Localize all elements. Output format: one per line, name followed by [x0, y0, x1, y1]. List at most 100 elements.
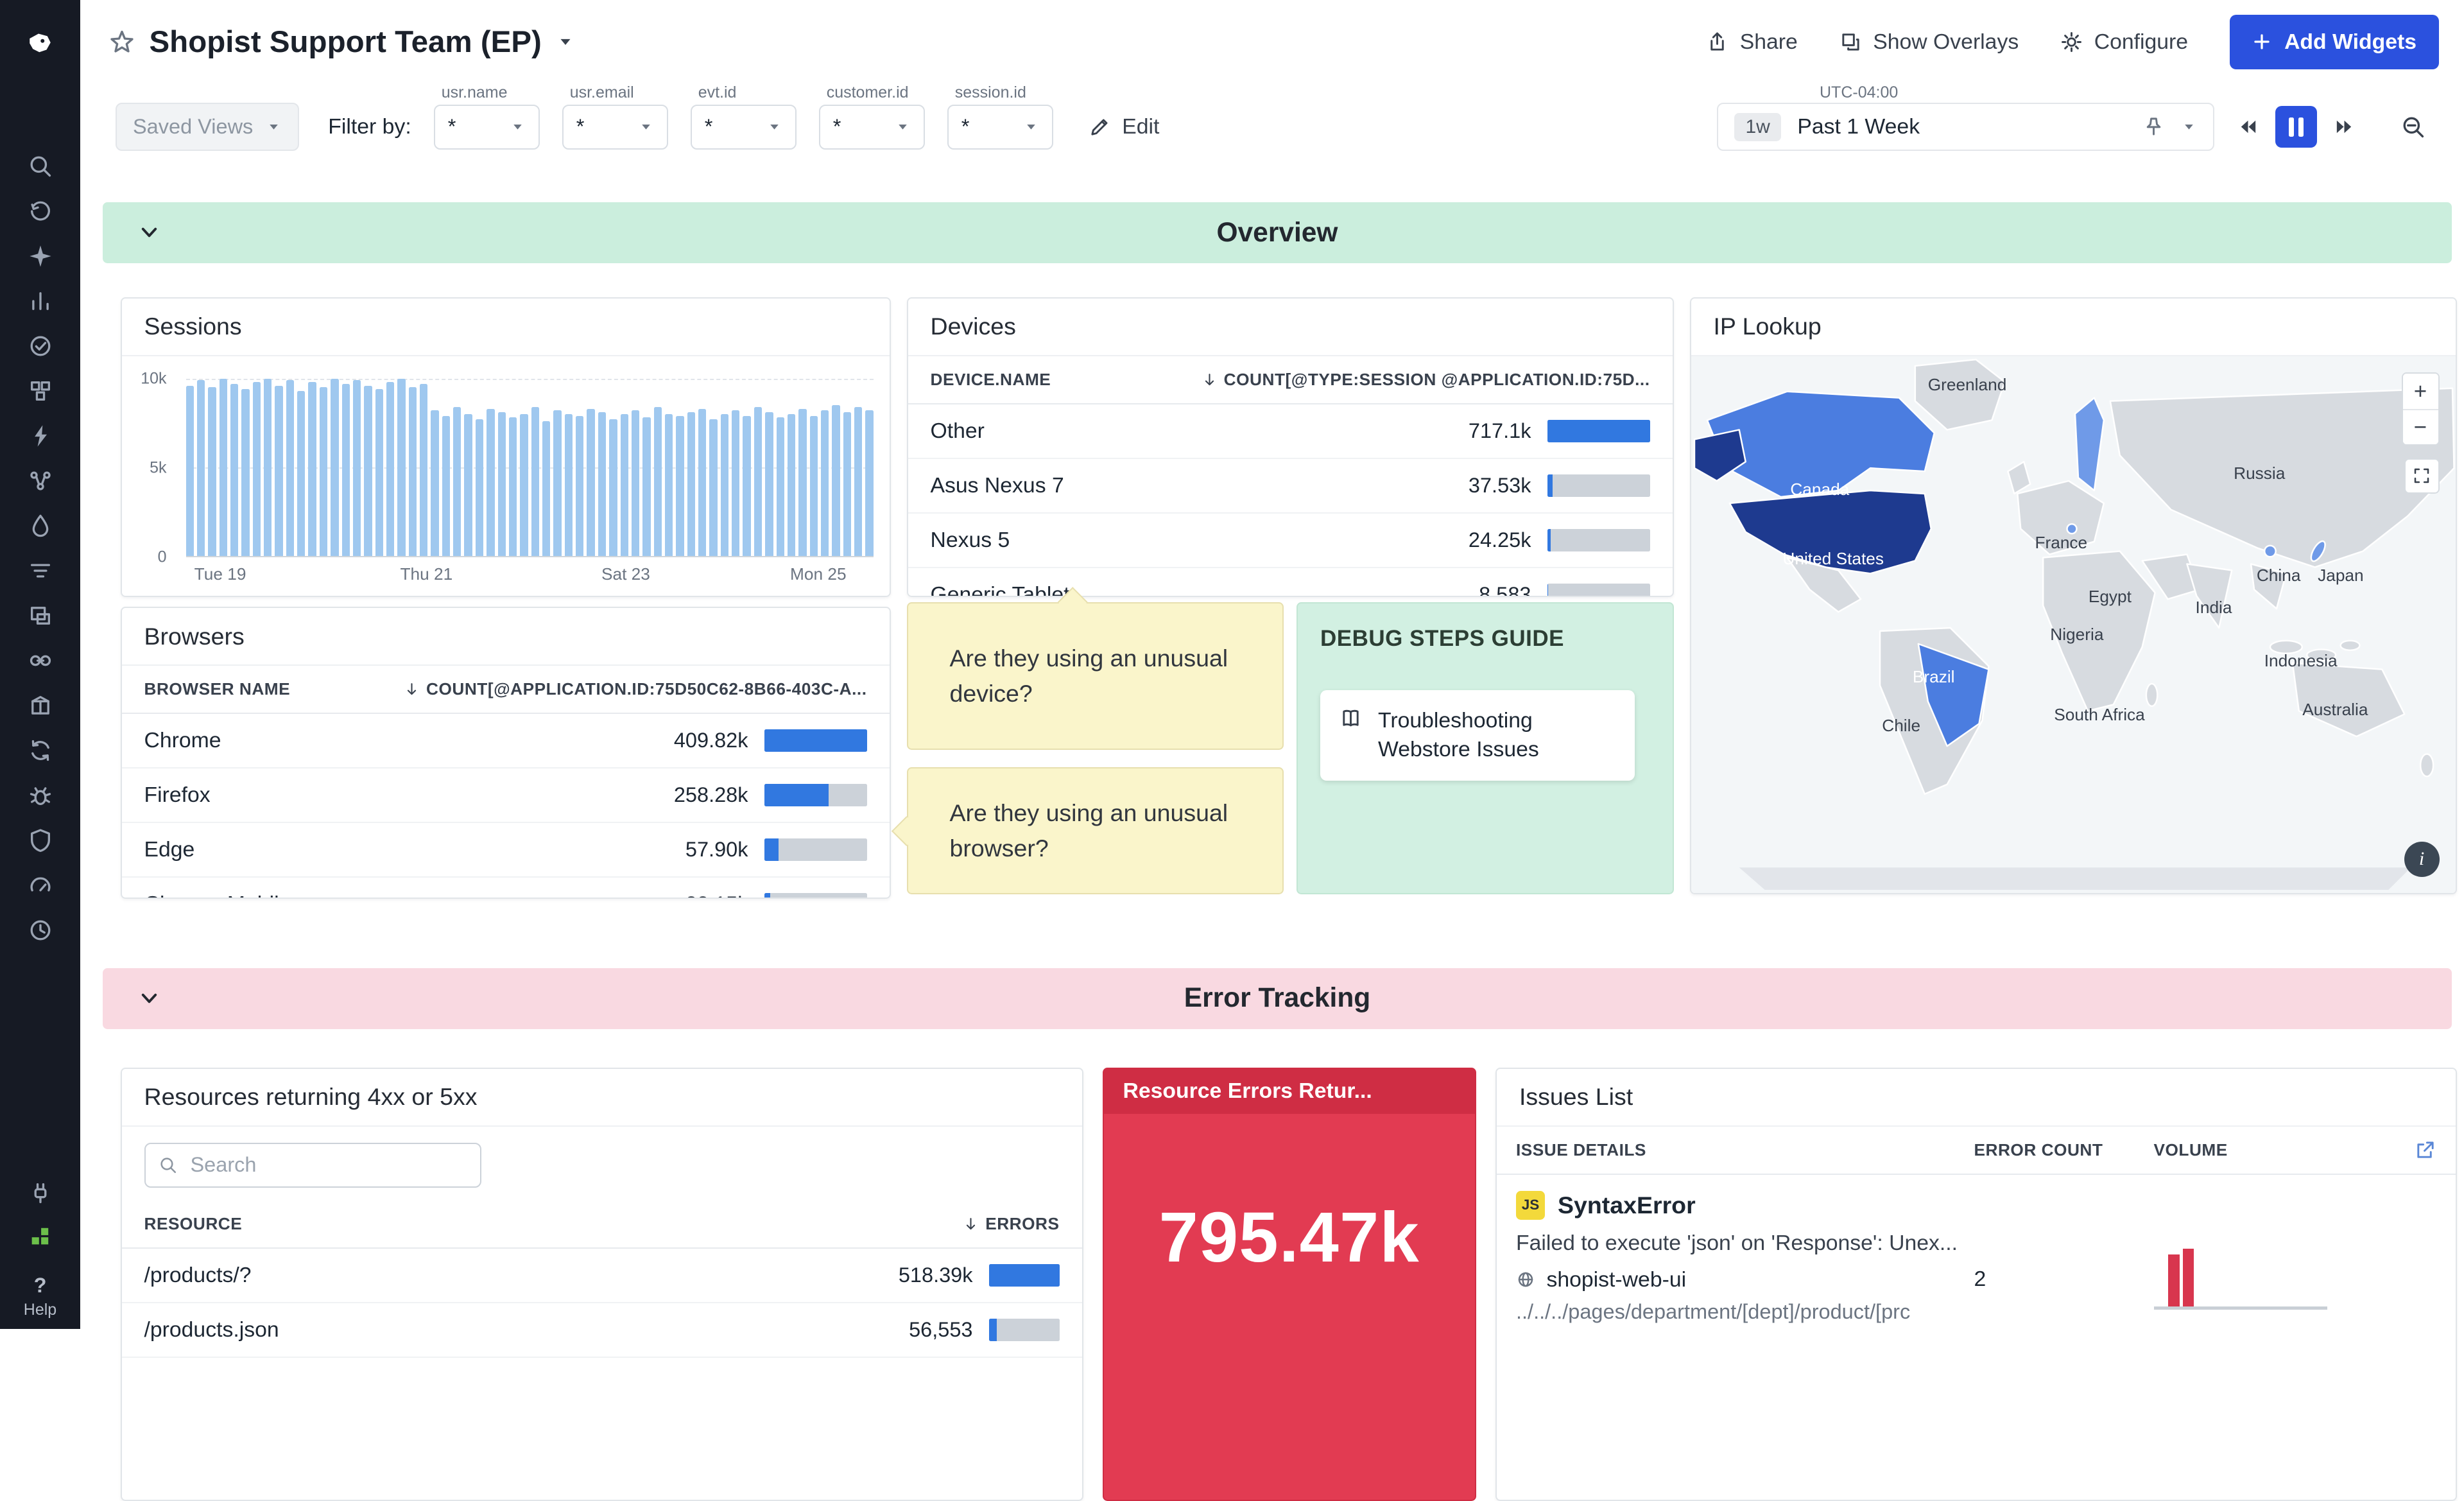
template-variable-customer.id[interactable]: customer.id* [819, 105, 925, 150]
row-bar [1547, 529, 1650, 551]
world-map[interactable]: GreenlandRussiaCanadaUnited StatesFrance… [1691, 356, 2456, 893]
template-variable-session.id[interactable]: session.id* [947, 105, 1053, 150]
sidebar-help[interactable]: ? Help [24, 1274, 56, 1319]
section-collapse-icon[interactable] [138, 221, 160, 244]
row-value: 24.25k [1469, 528, 1531, 552]
sessions-chart[interactable]: 10k5k0 Tue 19Thu 21Sat 23Mon 25 [122, 356, 890, 596]
nav-packages[interactable] [13, 684, 67, 727]
row-value: 409.82k [674, 729, 748, 752]
nav-metrics[interactable] [13, 279, 67, 323]
toplist-row[interactable]: /products/?518.39k [122, 1249, 1082, 1303]
datadog-logo-icon[interactable] [13, 16, 67, 71]
column-header-errors[interactable]: ERRORS [963, 1214, 1059, 1234]
nav-logs[interactable] [13, 504, 67, 548]
map-fit-button[interactable] [2404, 458, 2440, 494]
nav-bits-ai[interactable] [13, 234, 67, 278]
nav-apps[interactable] [13, 1215, 67, 1258]
time-forward-button[interactable] [2323, 106, 2365, 148]
nav-profiling[interactable] [13, 863, 67, 907]
chevron-down-icon [895, 119, 911, 135]
column-header-count[interactable]: COUNT[@APPLICATION.ID:75D50C62-8B66-403C… [404, 679, 867, 699]
nav-service-map[interactable] [13, 459, 67, 503]
toplist-row[interactable]: Generic Tablet8,583 [908, 568, 1673, 598]
map-scandinavia [2074, 397, 2103, 490]
template-variable-usr.name[interactable]: usr.name* [434, 105, 540, 150]
edit-button[interactable]: Edit [1089, 114, 1160, 139]
issue-row[interactable]: JS SyntaxError Failed to execute 'json' … [1497, 1175, 2456, 1384]
favorite-star-icon[interactable] [109, 29, 135, 55]
widget-resource-errors-total: Resource Errors Retur... 795.47k [1103, 1068, 1477, 1501]
map-china-dot [2264, 545, 2275, 556]
column-header-issue-details[interactable]: ISSUE DETAILS [1516, 1140, 1974, 1160]
session-bar [375, 389, 383, 556]
session-bar [598, 412, 606, 556]
pin-icon[interactable] [2142, 116, 2165, 138]
nav-synthetics[interactable] [13, 639, 67, 682]
column-header-count[interactable]: COUNT[@TYPE:SESSION @APPLICATION.ID:75D.… [1202, 370, 1650, 390]
widget-title: Browsers [122, 608, 890, 666]
session-bar [810, 416, 818, 556]
row-name: Other [931, 419, 985, 444]
map-label-nigeria: Nigeria [2050, 625, 2103, 645]
column-header-device-name[interactable]: DEVICE.NAME [931, 370, 1051, 390]
map-zoom-in-button[interactable]: + [2403, 374, 2438, 409]
toplist-row[interactable]: Nexus 524.25k [908, 514, 1673, 568]
row-bar [1547, 584, 1650, 598]
saved-views-dropdown[interactable]: Saved Views [116, 103, 299, 151]
nav-rum[interactable] [13, 594, 67, 638]
nav-history[interactable] [13, 189, 67, 233]
external-link-icon[interactable] [2414, 1139, 2436, 1161]
template-variable-usr.email[interactable]: usr.email* [562, 105, 668, 150]
timezone-label: UTC-04:00 [1820, 83, 1898, 102]
column-header-volume[interactable]: VOLUME [2154, 1140, 2395, 1160]
nav-monitors[interactable] [13, 324, 67, 368]
title-chevron-down-icon[interactable] [556, 32, 575, 51]
nav-plug[interactable] [13, 1171, 67, 1215]
overview-section-band[interactable]: Overview [103, 202, 2452, 263]
add-widgets-button[interactable]: Add Widgets [2230, 15, 2439, 69]
column-header-resource[interactable]: RESOURCE [144, 1214, 243, 1234]
toplist-row[interactable]: Edge57.90k [122, 823, 890, 878]
toplist-row[interactable]: Chrome Mobile23.15k [122, 878, 890, 899]
time-pause-button[interactable] [2275, 106, 2317, 148]
show-overlays-button[interactable]: Show Overlays [1839, 30, 2019, 55]
section-collapse-icon[interactable] [138, 987, 160, 1010]
zoom-out-button[interactable] [2391, 112, 2436, 141]
session-bar [353, 380, 361, 556]
issue-type[interactable]: SyntaxError [1558, 1192, 1696, 1219]
configure-button[interactable]: Configure [2060, 30, 2188, 55]
session-bar [732, 410, 739, 556]
template-variable-evt.id[interactable]: evt.id* [691, 105, 797, 150]
time-range-label: Past 1 Week [1797, 114, 2126, 139]
nav-security[interactable] [13, 819, 67, 862]
toplist-row[interactable]: /products.json56,553 [122, 1303, 1082, 1358]
filter-by-label: Filter by: [328, 114, 411, 139]
column-header-browser-name[interactable]: BROWSER NAME [144, 679, 291, 699]
nav-infrastructure[interactable] [13, 369, 67, 413]
widget-resources-errors: Resources returning 4xx or 5xx RESOURCE … [121, 1068, 1083, 1501]
nav-apm[interactable] [13, 414, 67, 458]
toplist-row[interactable]: Other717.1k [908, 404, 1673, 459]
debug-guide-link[interactable]: Troubleshooting Webstore Issues [1320, 690, 1635, 781]
toplist-row[interactable]: Chrome409.82k [122, 714, 890, 768]
map-info-button[interactable]: i [2404, 842, 2440, 877]
nav-ci-cd[interactable] [13, 729, 67, 772]
toplist-row[interactable]: Asus Nexus 737.53k [908, 459, 1673, 514]
widget-debug-steps-guide: DEBUG STEPS GUIDE Troubleshooting Websto… [1297, 602, 1674, 894]
map-zoom-out-button[interactable]: − [2403, 409, 2438, 444]
toplist-row[interactable]: Firefox258.28k [122, 768, 890, 823]
column-header-error-count[interactable]: ERROR COUNT [1974, 1140, 2154, 1160]
row-bar [989, 1264, 1060, 1287]
error-tracking-section-band[interactable]: Error Tracking [103, 968, 2452, 1029]
nav-search[interactable] [13, 144, 67, 188]
nav-scheduler[interactable] [13, 908, 67, 952]
search-input[interactable] [187, 1152, 467, 1179]
time-range-picker[interactable]: 1w Past 1 Week [1717, 103, 2214, 151]
time-backward-button[interactable] [2227, 106, 2269, 148]
share-button[interactable]: Share [1706, 30, 1798, 55]
nav-pipelines[interactable] [13, 549, 67, 593]
sort-desc-icon [963, 1216, 979, 1232]
nav-error-tracking[interactable] [13, 774, 67, 817]
chevron-down-icon [766, 119, 782, 135]
row-value: 258.28k [674, 783, 748, 807]
